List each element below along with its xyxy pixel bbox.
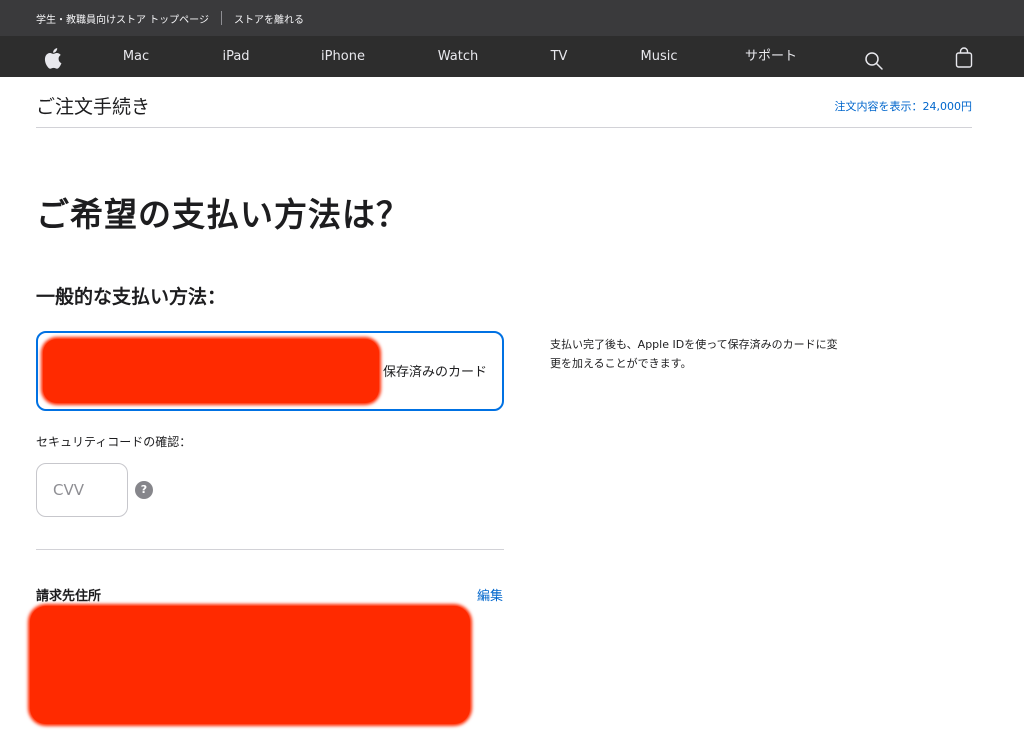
checkout-title: ご注文手続き (36, 96, 151, 118)
nav-item-music[interactable]: Music (641, 36, 678, 77)
global-nav: Mac iPad iPhone Watch TV Music サポート (0, 36, 1024, 77)
leave-store-link[interactable]: ストアを離れる (234, 11, 304, 26)
help-icon[interactable]: ? (135, 481, 153, 499)
page-heading: ご希望の支払い方法は？ (36, 195, 410, 234)
redacted-card-details (43, 339, 379, 403)
redacted-billing-address (30, 606, 470, 724)
saved-card-option[interactable]: 保存済みのカード (36, 331, 504, 411)
topbar-divider (220, 11, 222, 25)
apple-logo-icon[interactable] (44, 45, 62, 69)
cvv-label: セキュリティコードの確認： (36, 435, 192, 449)
nav-item-tv[interactable]: TV (551, 36, 568, 77)
billing-address-heading: 請求先住所 (36, 589, 102, 604)
order-summary-link[interactable]: 注文内容を表示：24,000円 (835, 98, 973, 114)
saved-card-label: 保存済みのカード (383, 365, 488, 380)
store-home-link[interactable]: 学生・教職員向けストア トップページ (0, 11, 209, 26)
header-divider (36, 127, 972, 128)
nav-item-iphone[interactable]: iPhone (321, 36, 365, 77)
cvv-input[interactable] (36, 463, 128, 517)
payment-section-heading: 一般的な支払い方法： (36, 286, 227, 308)
shopping-bag-icon[interactable] (955, 45, 973, 68)
search-icon[interactable] (864, 47, 884, 70)
nav-item-ipad[interactable]: iPad (222, 36, 249, 77)
edit-billing-link[interactable]: 編集 (477, 585, 503, 604)
saved-card-note: 支払い完了後も、Apple IDを使って保存済みのカードに変更を加えることができ… (550, 338, 838, 370)
top-utility-bar: 学生・教職員向けストア トップページ ストアを離れる (0, 0, 1024, 36)
section-divider (36, 549, 504, 550)
nav-item-watch[interactable]: Watch (438, 36, 478, 77)
nav-item-support[interactable]: サポート (745, 36, 797, 77)
nav-item-mac[interactable]: Mac (123, 36, 149, 77)
